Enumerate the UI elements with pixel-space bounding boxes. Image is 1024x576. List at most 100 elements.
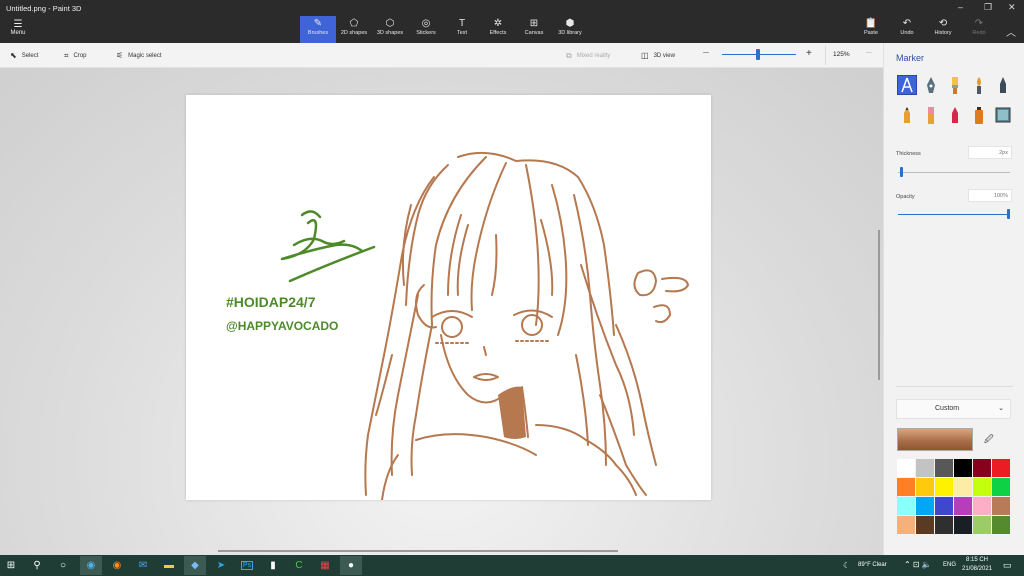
color-swatch[interactable] [916, 459, 934, 477]
crayon-button[interactable] [945, 105, 965, 125]
mail-icon[interactable]: ✉ [132, 556, 154, 575]
oil-brush-button[interactable] [945, 75, 965, 95]
zalo-icon[interactable]: ● [340, 556, 362, 575]
tab-brushes[interactable]: ✎ Brushes [300, 16, 336, 43]
tab-2d-shapes[interactable]: ⬠ 2D shapes [336, 16, 372, 43]
zoom-in-button[interactable]: + [806, 48, 812, 59]
telegram-icon[interactable]: ➤ [210, 556, 232, 575]
firefox-icon[interactable]: ◉ [106, 556, 128, 575]
color-mode-dropdown[interactable]: Custom ⌄ [896, 399, 1011, 419]
paint3d-icon[interactable]: ◆ [184, 556, 206, 575]
drawing-canvas[interactable]: #HOIDAP24/7 @HAPPYAVOCADO [186, 95, 711, 500]
tab-stickers[interactable]: ◎ Stickers [408, 16, 444, 43]
thickness-slider-track[interactable] [898, 172, 1010, 173]
tab-effects[interactable]: ✲ Effects [480, 16, 516, 43]
color-swatch[interactable] [935, 497, 953, 515]
language-indicator[interactable]: ENG [943, 562, 956, 568]
panel-title: Marker [896, 53, 925, 63]
color-swatch[interactable] [954, 497, 972, 515]
3d-view-button[interactable]: ◫ 3D view [641, 51, 675, 60]
tab-label: Stickers [416, 30, 436, 36]
search-icon[interactable]: ⚲ [26, 556, 48, 575]
color-swatch[interactable] [935, 459, 953, 477]
photoshop-icon[interactable]: Ps [236, 556, 258, 575]
notifications-icon[interactable]: ▭ [1003, 560, 1012, 571]
color-swatch[interactable] [992, 459, 1010, 477]
color-swatch[interactable] [897, 497, 915, 515]
clock-time[interactable]: 8:15 CH [966, 557, 988, 563]
color-swatch[interactable] [973, 459, 991, 477]
thickness-input[interactable]: 2px [968, 146, 1012, 159]
pencil-icon [904, 107, 910, 123]
window-title: Untitled.png - Paint 3D [6, 4, 82, 13]
camtasia-icon[interactable]: C [288, 556, 310, 575]
color-swatch[interactable] [992, 516, 1010, 534]
magic-select-button[interactable]: ⚟ Magic select [116, 51, 162, 60]
undo-icon: ↶ [902, 18, 912, 29]
color-swatch[interactable] [897, 516, 915, 534]
color-swatch[interactable] [916, 478, 934, 496]
tab-text[interactable]: T Text [444, 16, 480, 43]
current-color-swatch[interactable] [897, 428, 973, 451]
notepad-icon[interactable]: ▮ [262, 556, 284, 575]
opacity-slider-track[interactable] [898, 214, 1010, 215]
gallery-icon[interactable]: ▦ [314, 556, 336, 575]
marker-brush-button[interactable] [897, 75, 917, 95]
color-swatch[interactable] [954, 478, 972, 496]
color-swatch[interactable] [897, 478, 915, 496]
crop-label: Crop [73, 53, 87, 59]
cortana-icon[interactable]: ○ [52, 556, 74, 575]
zoom-slider-thumb[interactable] [756, 49, 760, 60]
edge-icon[interactable]: ◉ [80, 556, 102, 575]
restore-button[interactable]: ❐ [984, 2, 992, 13]
color-swatch[interactable] [935, 478, 953, 496]
thickness-slider-thumb[interactable] [900, 167, 904, 177]
system-tray-icons[interactable]: ⌃ ⊡ 🔈 [904, 560, 932, 569]
opacity-input[interactable]: 100% [968, 189, 1012, 202]
fill-button[interactable] [993, 105, 1013, 125]
mixed-reality-button[interactable]: ⧉ Mixed reality [566, 51, 610, 61]
color-swatch[interactable] [897, 459, 915, 477]
more-options-button[interactable]: ··· [866, 50, 872, 56]
eraser-button[interactable] [921, 105, 941, 125]
zoom-out-button[interactable]: — [703, 50, 709, 56]
collapse-ribbon-icon[interactable]: ︿ [1006, 24, 1016, 39]
vertical-scrollbar[interactable] [878, 230, 880, 380]
horizontal-scrollbar[interactable] [218, 550, 618, 552]
color-swatch[interactable] [954, 459, 972, 477]
moon-icon: ☾ [843, 561, 851, 570]
pixel-pen-button[interactable] [993, 75, 1013, 95]
tab-label: 3D shapes [376, 30, 404, 36]
watercolor-button[interactable] [969, 75, 989, 95]
color-swatch[interactable] [935, 516, 953, 534]
color-swatch[interactable] [992, 497, 1010, 515]
color-swatch[interactable] [992, 478, 1010, 496]
explorer-icon[interactable]: ▬ [158, 556, 180, 575]
color-swatch[interactable] [916, 516, 934, 534]
color-swatch[interactable] [973, 478, 991, 496]
paste-button[interactable]: 📋 Paste [858, 18, 884, 36]
weather-text[interactable]: 89°F Clear [858, 562, 887, 568]
color-swatch[interactable] [954, 516, 972, 534]
crop-button[interactable]: ⌗ Crop [64, 51, 87, 61]
close-button[interactable]: ✕ [1008, 2, 1016, 13]
windows-icon[interactable]: ⊞ [0, 556, 22, 575]
pencil-button[interactable] [897, 105, 917, 125]
color-swatch[interactable] [973, 516, 991, 534]
undo-button[interactable]: ↶ Undo [894, 18, 920, 36]
history-button[interactable]: ⟲ History [930, 18, 956, 36]
tab-3d-shapes[interactable]: ⬡ 3D shapes [372, 16, 408, 43]
menu-button[interactable]: ☰ Menu [6, 20, 30, 37]
select-button[interactable]: ⬉ Select [10, 51, 38, 60]
eyedropper-icon[interactable]: 🖉 [984, 432, 994, 448]
opacity-slider-thumb[interactable] [1007, 209, 1010, 219]
clock-date[interactable]: 21/08/2021 [962, 566, 992, 572]
color-swatch[interactable] [973, 497, 991, 515]
redo-button[interactable]: ↷ Redo [966, 18, 992, 36]
minimize-button[interactable]: – [958, 2, 963, 12]
spray-can-button[interactable] [969, 105, 989, 125]
calligraphy-pen-button[interactable] [921, 75, 941, 95]
color-swatch[interactable] [916, 497, 934, 515]
tab-3d-library[interactable]: ⬢ 3D library [552, 16, 588, 43]
tab-canvas[interactable]: ⊞ Canvas [516, 16, 552, 43]
